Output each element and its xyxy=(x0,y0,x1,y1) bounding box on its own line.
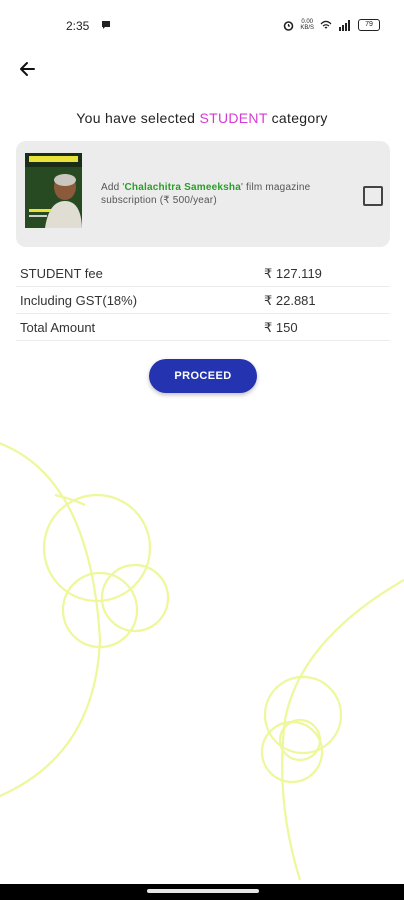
fee-row-gst: Including GST(18%) ₹ 22.881 xyxy=(16,287,390,314)
fee-label: Total Amount xyxy=(20,320,96,335)
headline-suffix: category xyxy=(267,110,328,126)
network-speed: 0.00 KB/S xyxy=(300,19,314,31)
fee-value: ₹ 150 xyxy=(264,320,298,335)
magazine-cover-image xyxy=(25,153,82,228)
home-indicator[interactable] xyxy=(147,889,259,893)
status-bar: 2:35 0.00 KB/S 79 xyxy=(0,0,404,52)
status-icons: 0.00 KB/S 79 xyxy=(283,17,380,33)
fee-row-category-fee: STUDENT fee ₹ 127.119 xyxy=(16,260,390,287)
category-headline: You have selected STUDENT category xyxy=(0,110,404,126)
battery-level: 79 xyxy=(365,21,373,28)
proceed-button[interactable]: PROCEED xyxy=(149,359,257,393)
signal-icon xyxy=(339,19,350,31)
battery-icon: 79 xyxy=(358,19,380,31)
fee-label: STUDENT fee xyxy=(20,266,103,281)
magazine-name: Chalachitra Sameeksha xyxy=(124,182,241,193)
subscription-description: Add 'Chalachitra Sameeksha' film magazin… xyxy=(101,181,351,207)
network-speed-unit: KB/S xyxy=(300,25,314,31)
magazine-subscription-card: Add 'Chalachitra Sameeksha' film magazin… xyxy=(16,141,390,247)
fee-label: Including GST(18%) xyxy=(20,293,138,308)
fee-breakdown-table: STUDENT fee ₹ 127.119 Including GST(18%)… xyxy=(16,260,390,341)
headline-prefix: You have selected xyxy=(76,110,200,126)
decorative-background-lines xyxy=(0,442,404,880)
subscription-checkbox[interactable] xyxy=(363,186,383,206)
message-notification-icon xyxy=(102,21,110,29)
magazine-cover-art xyxy=(25,153,82,228)
fee-value: ₹ 22.881 xyxy=(264,293,316,308)
status-time: 2:35 xyxy=(66,19,90,33)
alarm-icon xyxy=(284,20,294,31)
back-arrow-icon xyxy=(20,62,35,76)
wifi-icon xyxy=(320,20,332,28)
selected-category: STUDENT xyxy=(199,110,268,126)
fee-value: ₹ 127.119 xyxy=(264,266,322,281)
fee-row-total: Total Amount ₹ 150 xyxy=(16,314,390,341)
back-button[interactable] xyxy=(14,56,42,82)
subscription-text-prefix: Add ' xyxy=(101,182,125,193)
